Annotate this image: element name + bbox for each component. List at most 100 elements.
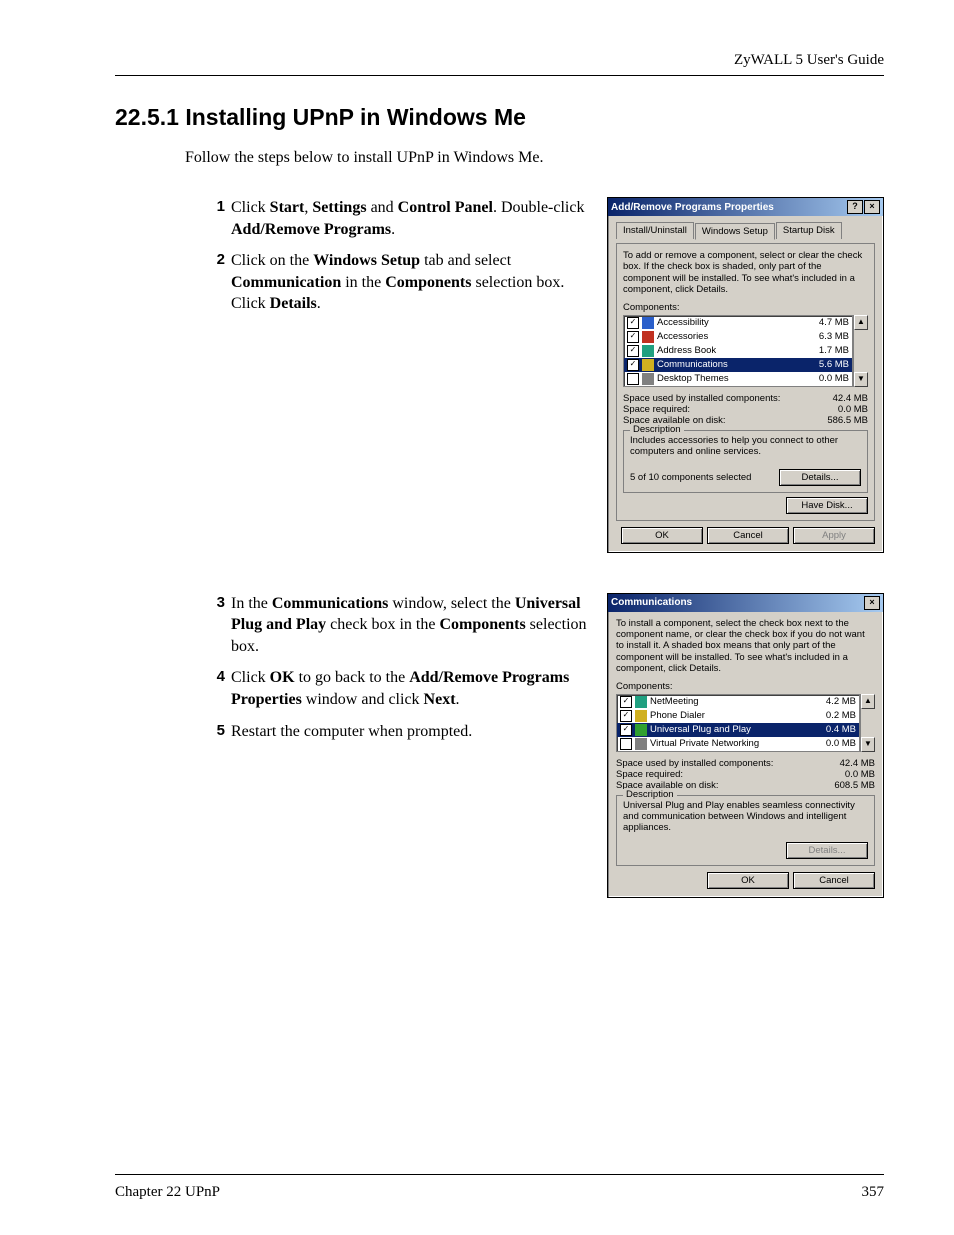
- components-listbox[interactable]: Accessibility4.7 MB Accessories6.3 MB Ad…: [623, 315, 853, 387]
- footer: Chapter 22 UPnP 357: [115, 1184, 884, 1201]
- header-guide-title: ZyWALL 5 User's Guide: [115, 52, 884, 69]
- checkbox-icon[interactable]: [620, 724, 632, 736]
- list-item[interactable]: Universal Plug and Play0.4 MB: [617, 723, 859, 737]
- ok-button[interactable]: OK: [707, 872, 789, 889]
- description-group-title: Description: [630, 424, 684, 435]
- stat-label: Space used by installed components:: [623, 393, 780, 404]
- scroll-down-icon[interactable]: ▼: [861, 737, 875, 752]
- t: Communications: [272, 595, 388, 612]
- t: Communication: [231, 274, 341, 291]
- t: Click on the: [231, 252, 313, 269]
- list-item[interactable]: Virtual Private Networking0.0 MB: [617, 737, 859, 751]
- component-icon: [642, 331, 654, 343]
- step-4: 4 Click OK to go back to the Add/Remove …: [207, 667, 587, 710]
- t: .: [456, 691, 460, 708]
- component-name: Universal Plug and Play: [650, 724, 823, 735]
- component-icon: [635, 710, 647, 722]
- apply-button[interactable]: Apply: [793, 527, 875, 544]
- tab-windows-setup[interactable]: Windows Setup: [695, 223, 775, 240]
- scroll-up-icon[interactable]: ▲: [861, 694, 875, 709]
- description-group: Description Universal Plug and Play enab…: [616, 795, 875, 866]
- list-item[interactable]: Accessibility4.7 MB: [624, 316, 852, 330]
- component-name: Address Book: [657, 345, 816, 356]
- stat-value: 0.0 MB: [838, 404, 868, 415]
- description-text: Includes accessories to help you connect…: [630, 435, 861, 461]
- footer-divider: [115, 1174, 884, 1175]
- help-button[interactable]: ?: [847, 200, 863, 214]
- section-heading: 22.5.1 Installing UPnP in Windows Me: [115, 104, 884, 131]
- dialog-tabs: Install/Uninstall Windows Setup Startup …: [616, 222, 875, 239]
- description-group: Description Includes accessories to help…: [623, 430, 868, 493]
- component-name: Communications: [657, 359, 816, 370]
- component-size: 0.0 MB: [819, 373, 849, 384]
- checkbox-icon[interactable]: [627, 359, 639, 371]
- scroll-up-icon[interactable]: ▲: [854, 315, 868, 330]
- tab-install-uninstall[interactable]: Install/Uninstall: [616, 222, 694, 239]
- list-item[interactable]: Desktop Themes0.0 MB: [624, 372, 852, 386]
- list-item[interactable]: NetMeeting4.2 MB: [617, 695, 859, 709]
- step-number: 2: [207, 250, 225, 315]
- space-stats: Space used by installed components:42.4 …: [616, 758, 875, 791]
- checkbox-icon[interactable]: [620, 710, 632, 722]
- t: .: [391, 221, 395, 238]
- t: to go back to the: [295, 669, 410, 686]
- list-item[interactable]: Phone Dialer0.2 MB: [617, 709, 859, 723]
- list-item[interactable]: Communications5.6 MB: [624, 358, 852, 372]
- component-name: Virtual Private Networking: [650, 738, 823, 749]
- checkbox-icon[interactable]: [627, 345, 639, 357]
- stat-value: 608.5 MB: [834, 780, 875, 791]
- t: In the: [231, 595, 272, 612]
- component-icon: [642, 359, 654, 371]
- step-2: 2 Click on the Windows Setup tab and sel…: [207, 250, 587, 315]
- step-text: Click on the Windows Setup tab and selec…: [231, 250, 587, 315]
- checkbox-icon[interactable]: [627, 373, 639, 385]
- step-text: Restart the computer when prompted.: [231, 721, 587, 743]
- component-name: Desktop Themes: [657, 373, 816, 384]
- cancel-button[interactable]: Cancel: [707, 527, 789, 544]
- scrollbar[interactable]: ▲ ▼: [853, 315, 868, 387]
- component-size: 6.3 MB: [819, 331, 849, 342]
- checkbox-icon[interactable]: [627, 317, 639, 329]
- close-button[interactable]: ×: [864, 200, 880, 214]
- scrollbar[interactable]: ▲ ▼: [860, 694, 875, 752]
- header-divider: [115, 75, 884, 76]
- t: Settings: [312, 199, 366, 216]
- components-label: Components:: [616, 681, 875, 692]
- t: Components: [385, 274, 471, 291]
- selection-count: 5 of 10 components selected: [630, 472, 751, 483]
- t: window, select the: [388, 595, 514, 612]
- ok-button[interactable]: OK: [621, 527, 703, 544]
- component-icon: [635, 738, 647, 750]
- list-item[interactable]: Accessories6.3 MB: [624, 330, 852, 344]
- dialog-title: Communications: [611, 597, 863, 608]
- details-button[interactable]: Details...: [779, 469, 861, 486]
- step-number: 3: [207, 593, 225, 658]
- have-disk-button[interactable]: Have Disk...: [786, 497, 868, 514]
- step-5: 5 Restart the computer when prompted.: [207, 721, 587, 743]
- checkbox-icon[interactable]: [627, 331, 639, 343]
- t: .: [317, 295, 321, 312]
- component-name: NetMeeting: [650, 696, 823, 707]
- components-label: Components:: [623, 302, 868, 313]
- stat-value: 42.4 MB: [833, 393, 868, 404]
- component-name: Accessibility: [657, 317, 816, 328]
- t: Click: [231, 199, 270, 216]
- footer-chapter: Chapter 22 UPnP: [115, 1184, 220, 1201]
- step-3: 3 In the Communications window, select t…: [207, 593, 587, 658]
- list-item[interactable]: Address Book1.7 MB: [624, 344, 852, 358]
- checkbox-icon[interactable]: [620, 738, 632, 750]
- dialog-button-row: OK Cancel: [616, 872, 875, 889]
- scroll-down-icon[interactable]: ▼: [854, 372, 868, 387]
- component-icon: [642, 345, 654, 357]
- component-size: 4.2 MB: [826, 696, 856, 707]
- cancel-button[interactable]: Cancel: [793, 872, 875, 889]
- communications-dialog: Communications × To install a component,…: [607, 593, 884, 898]
- description-group-title: Description: [623, 789, 677, 800]
- step-1: 1 Click Start, Settings and Control Pane…: [207, 197, 587, 240]
- t: Windows Setup: [313, 252, 420, 269]
- tab-startup-disk[interactable]: Startup Disk: [776, 222, 842, 239]
- checkbox-icon[interactable]: [620, 696, 632, 708]
- component-size: 0.0 MB: [826, 738, 856, 749]
- close-button[interactable]: ×: [864, 596, 880, 610]
- components-listbox[interactable]: NetMeeting4.2 MB Phone Dialer0.2 MB Univ…: [616, 694, 860, 752]
